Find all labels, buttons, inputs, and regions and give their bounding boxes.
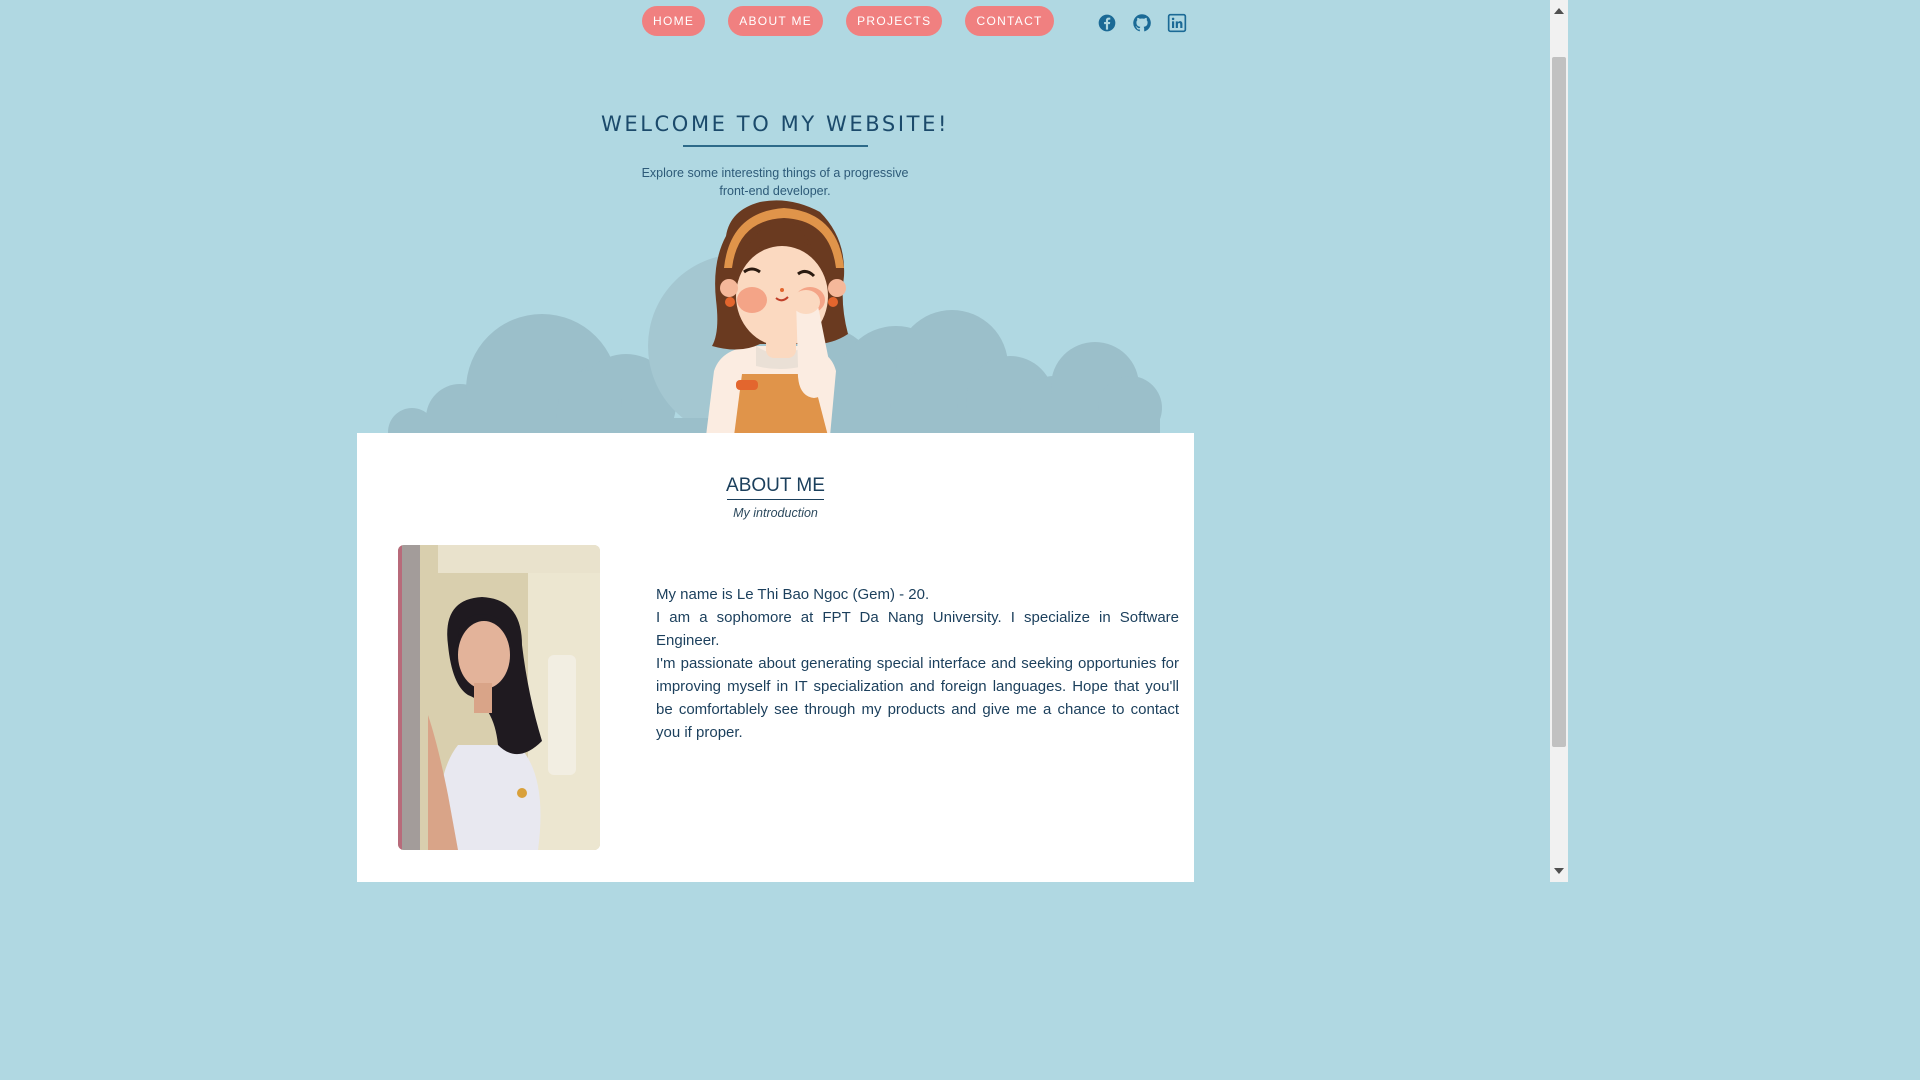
hero-subtitle: Explore some interesting things of a pro…: [641, 166, 909, 198]
about-title-underline: [727, 499, 824, 500]
social-links: [1097, 13, 1187, 33]
nav-projects-button[interactable]: PROJECTS: [846, 6, 943, 36]
about-subtitle: My introduction: [733, 506, 818, 520]
bio-line-passion: I'm passionate about generating special …: [656, 655, 1179, 741]
nav-contact-button[interactable]: CONTACT: [965, 6, 1054, 36]
scroll-down-arrow-icon[interactable]: [1554, 868, 1564, 874]
hero-title-underline: [683, 145, 868, 147]
page-scrollbar[interactable]: [1550, 0, 1568, 882]
facebook-icon[interactable]: [1097, 13, 1117, 33]
linkedin-icon[interactable]: [1167, 13, 1187, 33]
about-title: ABOUT ME: [726, 475, 825, 496]
girl-illustration: [706, 200, 848, 436]
github-icon[interactable]: [1132, 13, 1152, 33]
profile-photo: [398, 545, 600, 850]
nav-about-button[interactable]: ABOUT ME: [728, 6, 824, 36]
scroll-thumb[interactable]: [1552, 57, 1566, 747]
bio-line-education: I am a sophomore at FPT Da Nang Universi…: [656, 609, 1179, 649]
bio-line-name: My name is Le Thi Bao Ngoc (Gem) - 20.: [656, 586, 930, 603]
hero-title: WELCOME TO MY WEBSITE!: [601, 112, 949, 136]
nav-home-button[interactable]: HOME: [642, 6, 706, 36]
bio-text: My name is Le Thi Bao Ngoc (Gem) - 20. I…: [656, 583, 1179, 744]
hero-illustration: [388, 200, 1162, 436]
scroll-up-arrow-icon[interactable]: [1554, 8, 1564, 14]
page: HOME ABOUT ME PROJECTS CONTACT WELCOME T…: [0, 0, 1550, 882]
about-section: ABOUT ME My introduction My name is Le T…: [357, 433, 1194, 882]
main-nav: HOME ABOUT ME PROJECTS CONTACT: [642, 6, 1054, 36]
